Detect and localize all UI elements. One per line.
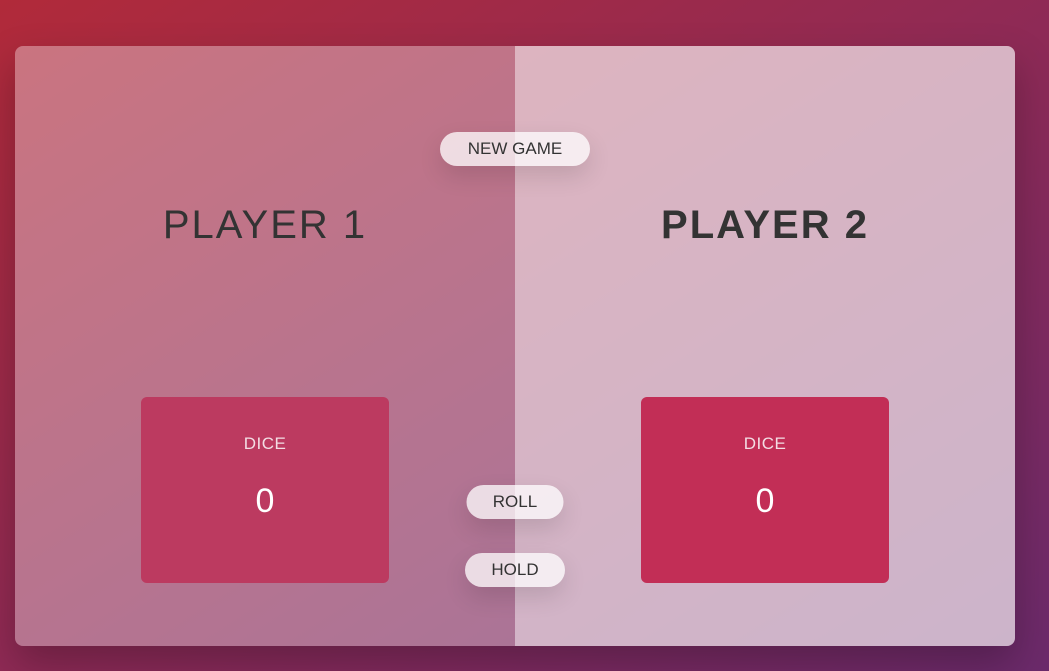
new-game-button[interactable]: New game (440, 132, 590, 166)
player-1-dice-box: Dice 0 (141, 397, 389, 583)
player-1-dice-value: 0 (255, 482, 275, 520)
roll-button[interactable]: Roll (466, 485, 564, 519)
player-1-name: Player 1 (162, 203, 368, 248)
player-2-dice-label: Dice (743, 434, 787, 453)
player-1-panel: Player 1 0 Dice 0 (15, 46, 515, 646)
hold-button[interactable]: Hold (465, 553, 565, 587)
player-2-panel: Player 2 0 Dice 0 (515, 46, 1015, 646)
game-board: Player 1 0 Dice 0 Player 2 0 Dice 0 New … (15, 46, 1015, 646)
player-2-dice-box: Dice 0 (641, 397, 889, 583)
player-1-dice-label: Dice (243, 434, 287, 453)
player-2-name: Player 2 (661, 203, 869, 248)
player-2-dice-value: 0 (755, 482, 775, 520)
